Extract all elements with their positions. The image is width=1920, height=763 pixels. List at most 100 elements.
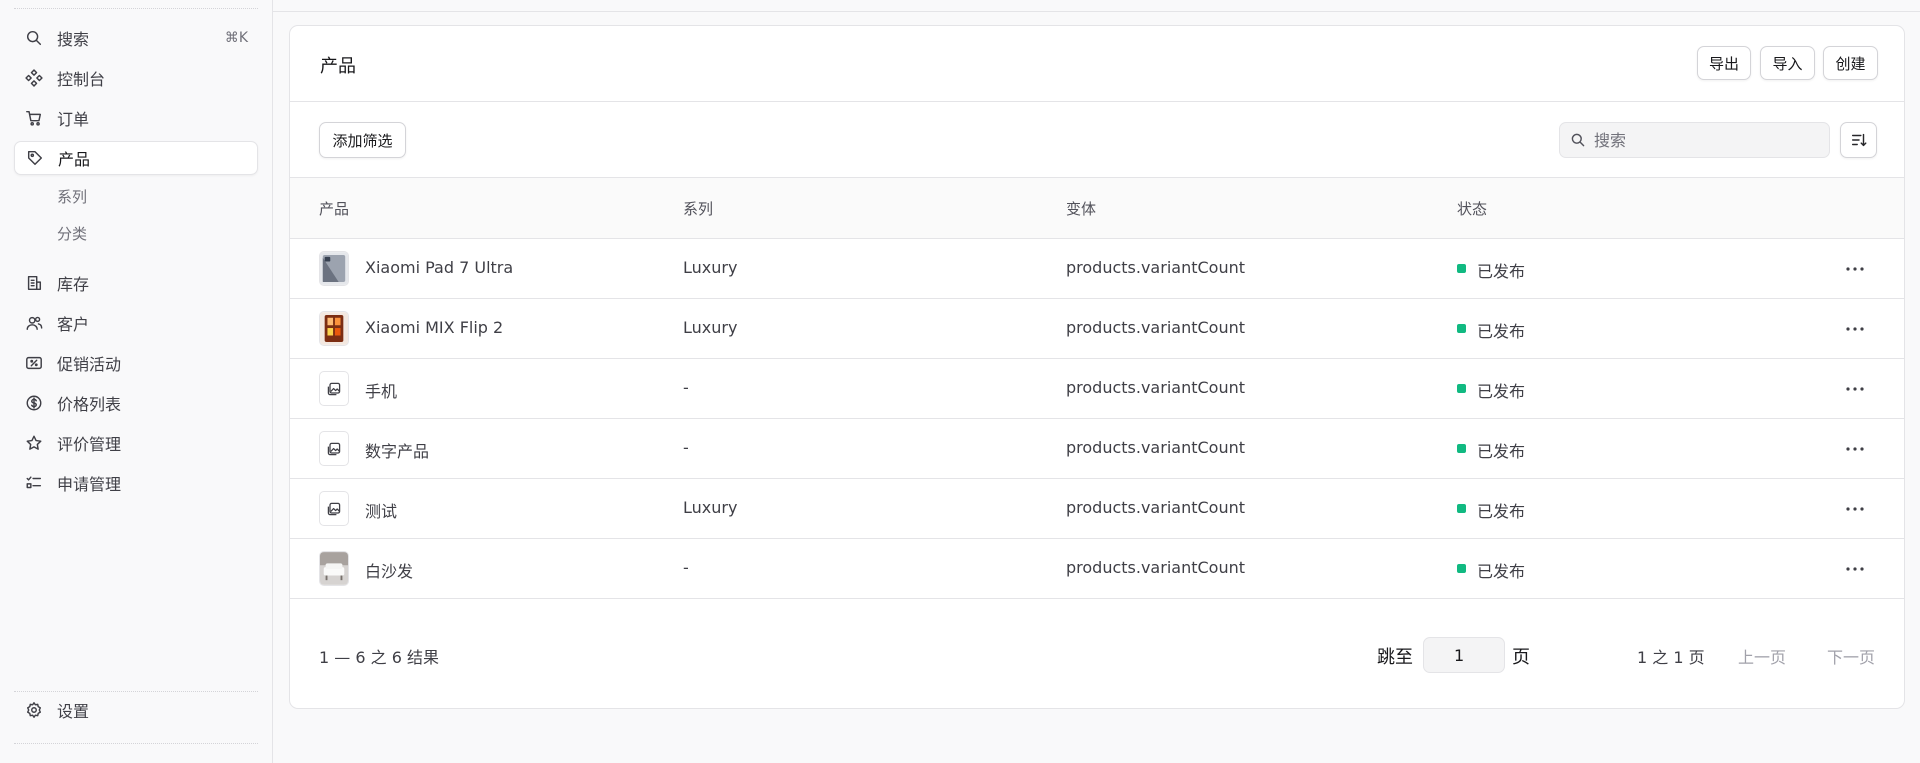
sidebar-divider [14,691,258,692]
status-badge: 已发布 [1477,562,1526,581]
import-button[interactable]: 导入 [1760,46,1815,80]
header-divider [290,101,1904,102]
cart-icon [24,108,44,128]
sidebar-item-reviews[interactable]: 评价管理 [14,426,258,460]
status-badge: 已发布 [1477,262,1526,281]
table-header: 产品 系列 变体 状态 [290,178,1904,238]
add-filter-button[interactable]: 添加筛选 [319,122,406,158]
create-button[interactable]: 创建 [1823,46,1878,80]
next-page-button[interactable]: 下一页 [1827,644,1875,668]
sidebar-item-price-lists[interactable]: 价格列表 [14,386,258,420]
sidebar-item-products[interactable]: 产品 [14,141,258,175]
row-actions-button[interactable] [1843,437,1867,461]
sidebar-item-settings[interactable]: 设置 [14,693,258,727]
search-field[interactable] [1559,122,1830,158]
product-collection: Luxury [683,498,738,517]
row-actions-button[interactable] [1843,377,1867,401]
products-card: 产品 导出 导入 创建 添加筛选 产品 系列 变体 状态 Xiaomi Pad … [289,25,1905,709]
checklist-icon [24,473,44,493]
table-row[interactable]: 手机 - products.variantCount 已发布 [290,358,1904,419]
sidebar-item-orders[interactable]: 订单 [14,101,258,135]
product-collection: - [683,378,689,397]
page-title: 产品 [320,56,356,77]
product-name: Xiaomi Pad 7 Ultra [365,258,514,277]
star-icon [24,433,44,453]
status-indicator [1457,444,1466,453]
table-row[interactable]: 白沙发 - products.variantCount 已发布 [290,538,1904,599]
product-collection: Luxury [683,258,738,277]
table-row[interactable]: Xiaomi MIX Flip 2 Luxury products.varian… [290,298,1904,359]
sidebar-item-customers[interactable]: 客户 [14,306,258,340]
table-row[interactable]: 数字产品 - products.variantCount 已发布 [290,418,1904,479]
sidebar-item-inventory[interactable]: 库存 [14,266,258,300]
row-actions-button[interactable] [1843,257,1867,281]
search-icon [24,28,44,48]
product-variants: products.variantCount [1066,498,1245,517]
sidebar-item-dashboard[interactable]: 控制台 [14,61,258,95]
page-unit-label: 页 [1512,647,1530,668]
product-thumbnail [319,311,349,346]
page-number-input[interactable] [1423,637,1505,673]
row-actions-button[interactable] [1843,497,1867,521]
table-bottom-divider [290,598,1904,599]
ellipsis-icon [1846,387,1864,391]
product-name: 白沙发 [365,562,414,581]
search-icon [1570,132,1586,148]
sidebar-subitem-categories[interactable]: 分类 [57,223,87,244]
sidebar-item-promotions[interactable]: 促销活动 [14,346,258,380]
ellipsis-icon [1846,567,1864,571]
table-row[interactable]: Xiaomi Pad 7 Ultra Luxury products.varia… [290,238,1904,299]
product-name: Xiaomi MIX Flip 2 [365,318,504,337]
column-header-collection[interactable]: 系列 [683,198,713,219]
export-button[interactable]: 导出 [1697,46,1751,80]
status-badge: 已发布 [1477,382,1526,401]
sidebar-subitem-collections[interactable]: 系列 [57,186,87,207]
product-name: 数字产品 [365,442,430,461]
sidebar-item-label: 促销活动 [57,355,122,374]
topbar-divider [273,11,1920,12]
page-info: 1 之 1 页 [1637,648,1705,667]
product-thumbnail [319,371,349,406]
status-badge: 已发布 [1477,322,1526,341]
ellipsis-icon [1846,447,1864,451]
receipt-percent-icon [24,353,44,373]
product-collection: - [683,438,689,457]
placeholder-image-icon [326,501,342,517]
sidebar-divider [14,8,258,9]
sidebar-item-label: 申请管理 [57,475,122,494]
sidebar-item-label: 评价管理 [57,435,122,454]
placeholder-image-icon [326,441,342,457]
product-variants: products.variantCount [1066,258,1245,277]
row-actions-button[interactable] [1843,317,1867,341]
status-indicator [1457,384,1466,393]
sidebar-search[interactable]: 搜索 ⌘K [14,21,258,55]
sort-icon [1850,131,1868,149]
row-actions-button[interactable] [1843,557,1867,581]
product-thumbnail [319,551,349,586]
table-row[interactable]: 测试 Luxury products.variantCount 已发布 [290,478,1904,539]
sidebar-search-label: 搜索 [57,30,90,49]
product-collection: Luxury [683,318,738,337]
sidebar-item-requests[interactable]: 申请管理 [14,466,258,500]
ellipsis-icon [1846,267,1864,271]
product-thumbnail [319,431,349,466]
currency-dollar-icon [24,393,44,413]
jump-to-label: 跳至 [1377,647,1413,668]
status-indicator [1457,324,1466,333]
ellipsis-icon [1846,327,1864,331]
product-variants: products.variantCount [1066,558,1245,577]
sidebar-divider [14,743,258,744]
sidebar-item-label: 库存 [57,275,90,294]
status-indicator [1457,264,1466,273]
status-indicator [1457,504,1466,513]
previous-page-button[interactable]: 上一页 [1738,644,1786,668]
sidebar-item-label: 价格列表 [57,395,122,414]
sort-button[interactable] [1840,122,1877,158]
product-name: 手机 [365,382,398,401]
search-input[interactable] [1592,129,1816,151]
sidebar-item-label: 产品 [58,150,91,169]
dashboard-icon [24,68,44,88]
column-header-status[interactable]: 状态 [1457,198,1487,219]
column-header-variants[interactable]: 变体 [1066,198,1096,219]
column-header-product[interactable]: 产品 [319,198,349,219]
